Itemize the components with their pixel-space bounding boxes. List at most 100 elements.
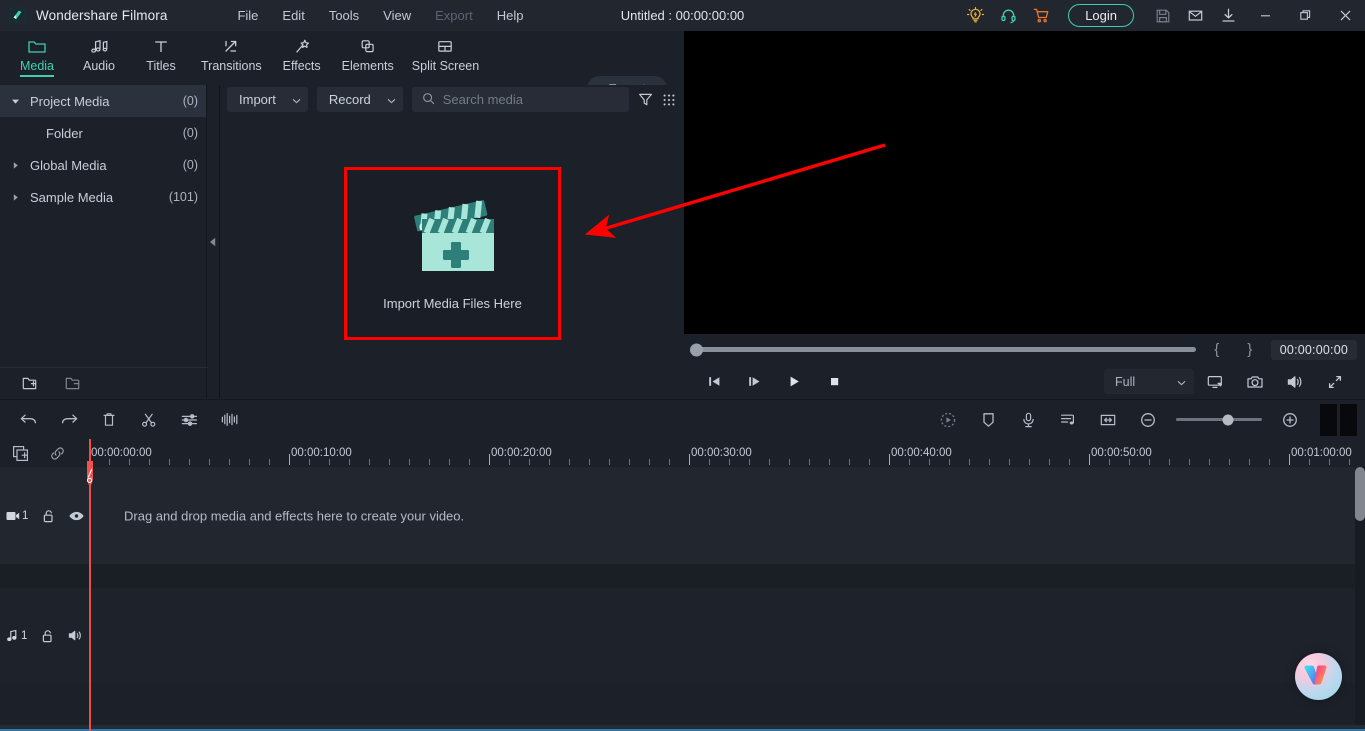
render-preview-icon[interactable] [928, 400, 968, 440]
import-media-dropzone[interactable]: Import Media Files Here [344, 167, 561, 340]
new-folder-icon[interactable] [22, 376, 39, 391]
save-icon[interactable] [1146, 0, 1179, 31]
close-icon[interactable] [1325, 0, 1365, 31]
video-track-body[interactable]: Drag and drop media and effects here to … [89, 467, 1365, 564]
search-media-field[interactable] [411, 87, 629, 112]
timeline-vertical-scrollbar[interactable] [1355, 467, 1365, 521]
speaker-icon[interactable] [68, 629, 83, 642]
marker-icon[interactable] [968, 400, 1008, 440]
ruler-tick [729, 459, 730, 465]
mark-in-button[interactable]: { [1205, 341, 1229, 358]
playback-scrubber[interactable] [690, 343, 1196, 356]
mail-icon[interactable] [1179, 0, 1212, 31]
adjust-sliders-icon[interactable] [169, 400, 209, 440]
audio-track-body[interactable] [89, 588, 1365, 683]
display-icon[interactable] [1195, 365, 1235, 398]
record-dropdown[interactable]: Record [316, 87, 403, 112]
login-button[interactable]: Login [1068, 4, 1134, 27]
audio-mixer-icon[interactable] [1048, 400, 1088, 440]
zoom-out-icon[interactable] [1128, 400, 1168, 440]
panel-collapse-handle[interactable] [207, 85, 220, 398]
menu-help[interactable]: Help [485, 4, 536, 27]
player-timecode[interactable]: 00:00:00:00 [1270, 339, 1357, 360]
menu-tools[interactable]: Tools [317, 4, 371, 27]
cart-icon[interactable] [1025, 0, 1058, 31]
ruler-tick [1229, 459, 1230, 465]
sidebar-item-global-media[interactable]: Global Media (0) [0, 149, 206, 181]
tab-titles[interactable]: Titles [130, 31, 192, 73]
scrubber-handle[interactable] [690, 343, 703, 356]
tab-transitions[interactable]: Transitions [192, 31, 271, 73]
transition-arrows-icon [221, 36, 241, 56]
tab-split-screen[interactable]: Split Screen [403, 31, 488, 73]
play-icon[interactable] [774, 365, 814, 398]
tab-effects[interactable]: Effects [271, 31, 333, 73]
ruler-label: 00:00:40:00 [891, 447, 952, 459]
ruler-tick [649, 459, 650, 465]
wondershare-assistant-button[interactable] [1295, 653, 1342, 700]
filmora-logo-icon [8, 6, 27, 25]
fullscreen-icon[interactable] [1315, 365, 1355, 398]
timeline-ruler[interactable]: 00:00:00:00 00:00:10:00 00:00:20:00 00:00:3… [89, 439, 1365, 467]
sidebar-footer [0, 367, 207, 398]
add-track-icon[interactable] [12, 445, 29, 462]
ruler-tick [929, 459, 930, 465]
sidebar-item-folder[interactable]: Folder (0) [0, 117, 206, 149]
redo-icon[interactable] [49, 400, 89, 440]
split-scissors-icon[interactable] [129, 400, 169, 440]
ruler-tick [129, 459, 130, 465]
timeline-zoom-slider[interactable] [1176, 414, 1262, 425]
unlock-icon[interactable] [42, 509, 55, 523]
tab-media[interactable]: Media [6, 31, 68, 73]
timeline-toolbar-right [928, 400, 1365, 440]
zoom-in-icon[interactable] [1270, 400, 1310, 440]
menu-view[interactable]: View [371, 4, 423, 27]
zoom-slider-handle[interactable] [1222, 414, 1234, 425]
mark-out-button[interactable]: } [1238, 341, 1262, 358]
menu-file[interactable]: File [225, 4, 270, 27]
unlock-icon[interactable] [41, 629, 54, 643]
next-frame-icon[interactable] [734, 365, 774, 398]
ruler-tick [689, 454, 690, 465]
sidebar-item-sample-media-label: Sample Media [30, 189, 114, 205]
chevron-right-icon[interactable] [0, 193, 30, 202]
lightbulb-icon[interactable] [959, 0, 992, 31]
undo-icon[interactable] [9, 400, 49, 440]
maximize-icon[interactable] [1285, 0, 1325, 31]
prev-frame-icon[interactable] [694, 365, 734, 398]
ruler-tick [269, 459, 270, 465]
delete-icon[interactable] [89, 400, 129, 440]
search-input[interactable] [442, 92, 619, 107]
audio-track-1[interactable]: 1 [0, 588, 1365, 683]
volume-icon[interactable] [1275, 365, 1315, 398]
magic-wand-icon [292, 36, 312, 56]
video-track-1[interactable]: 1 Drag and drop media and effects here t… [0, 467, 1365, 564]
stop-icon[interactable] [814, 365, 854, 398]
sidebar-item-sample-media[interactable]: Sample Media (101) [0, 181, 206, 213]
voiceover-mic-icon[interactable] [1008, 400, 1048, 440]
preview-canvas[interactable] [684, 31, 1365, 334]
download-icon[interactable] [1212, 0, 1245, 31]
chevron-right-icon[interactable] [0, 161, 30, 170]
link-media-icon[interactable] [49, 445, 66, 462]
quality-dropdown[interactable]: Full [1104, 369, 1194, 394]
snapshot-camera-icon[interactable] [1235, 365, 1275, 398]
chevron-down-icon[interactable] [0, 97, 30, 106]
headset-icon[interactable] [992, 0, 1025, 31]
tab-audio[interactable]: Audio [68, 31, 130, 73]
sidebar-item-project-media[interactable]: Project Media (0) [0, 85, 206, 117]
ruler-tick [909, 459, 910, 465]
tab-elements[interactable]: Elements [333, 31, 403, 73]
eye-icon[interactable] [69, 510, 85, 522]
ruler-tick [1349, 459, 1350, 465]
fit-timeline-icon[interactable] [1088, 400, 1128, 440]
music-note-icon [89, 36, 109, 56]
filter-funnel-icon[interactable] [638, 87, 653, 112]
minimize-icon[interactable] [1245, 0, 1285, 31]
grid-view-icon[interactable] [662, 87, 676, 112]
menu-edit[interactable]: Edit [270, 4, 316, 27]
ruler-label: 00:00:30:00 [691, 447, 752, 459]
import-dropdown[interactable]: Import [227, 87, 308, 112]
remove-folder-icon[interactable] [65, 376, 82, 391]
audio-waveform-icon[interactable] [209, 400, 249, 440]
